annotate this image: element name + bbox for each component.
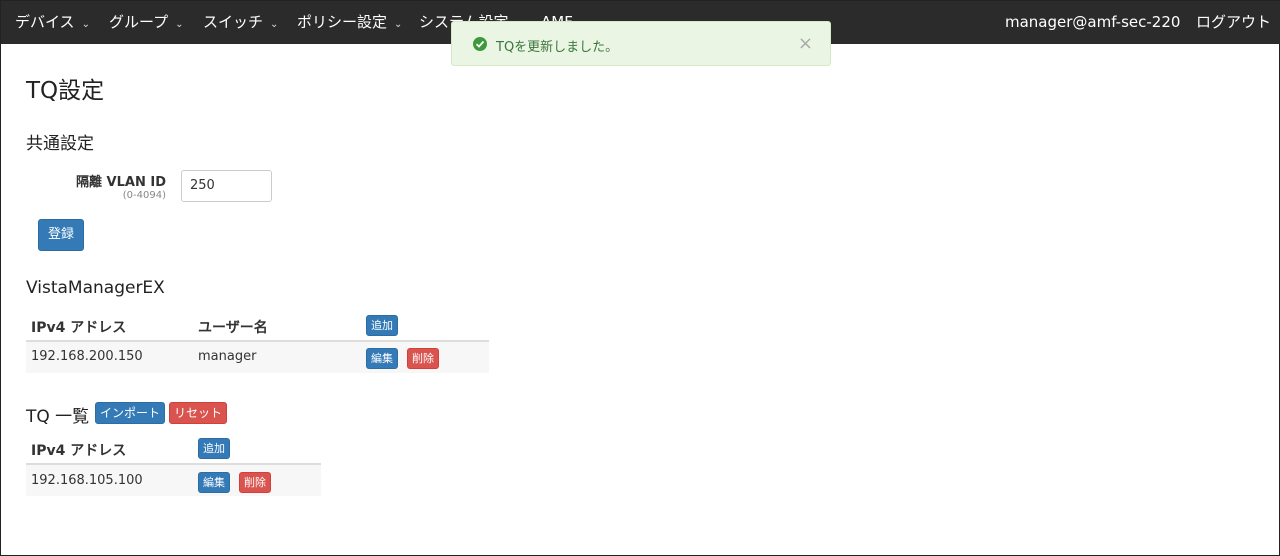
chevron-down-icon: ⌄	[270, 19, 279, 30]
nav-devices[interactable]: デバイス ⌄	[15, 1, 90, 44]
logout-link[interactable]: ログアウト	[1196, 1, 1271, 44]
vista-col-ip: IPv4 アドレス	[31, 320, 127, 336]
common-settings-heading: 共通設定	[26, 134, 94, 154]
vista-col-user: ユーザー名	[198, 320, 268, 336]
nav-switches-label: スイッチ	[203, 13, 264, 31]
nav-policy-label: ポリシー設定	[297, 13, 388, 31]
close-icon[interactable]: ×	[798, 33, 813, 54]
import-button[interactable]: インポート	[95, 402, 166, 424]
vista-edit-button[interactable]: 編集	[366, 348, 398, 369]
vlan-id-input[interactable]: 250	[181, 170, 272, 202]
check-circle-icon	[473, 37, 487, 51]
nav-policy[interactable]: ポリシー設定 ⌄	[297, 1, 402, 44]
vista-add-button[interactable]: 追加	[366, 315, 398, 336]
user-menu[interactable]: manager@amf-sec-220	[1005, 1, 1180, 44]
success-toast: TQを更新しました。 ×	[451, 21, 831, 66]
tq-add-button[interactable]: 追加	[198, 438, 230, 459]
tq-list-heading: TQ 一覧	[26, 407, 90, 427]
toast-message: TQを更新しました。	[496, 40, 619, 55]
chevron-down-icon: ⌄	[81, 19, 90, 30]
tq-row-ip: 192.168.105.100	[31, 473, 143, 488]
vista-delete-button[interactable]: 削除	[407, 348, 439, 369]
vista-row-user: manager	[198, 349, 257, 364]
nav-switches[interactable]: スイッチ ⌄	[203, 1, 278, 44]
reset-button[interactable]: リセット	[169, 402, 228, 424]
chevron-down-icon: ⌄	[175, 19, 184, 30]
vlan-id-range: (0-4094)	[122, 190, 166, 201]
submit-button[interactable]: 登録	[38, 219, 84, 251]
page-title: TQ設定	[26, 78, 105, 104]
nav-devices-label: デバイス	[15, 13, 75, 31]
vlan-id-label: 隔離 VLAN ID	[76, 175, 166, 190]
nav-groups[interactable]: グループ ⌄	[109, 1, 184, 44]
vista-heading: VistaManagerEX	[26, 278, 165, 298]
tq-delete-button[interactable]: 削除	[239, 472, 271, 493]
nav-groups-label: グループ	[109, 13, 169, 31]
tq-edit-button[interactable]: 編集	[198, 472, 230, 493]
tq-col-ip: IPv4 アドレス	[31, 443, 127, 459]
chevron-down-icon: ⌄	[394, 19, 403, 30]
vista-row-ip: 192.168.200.150	[31, 349, 143, 364]
